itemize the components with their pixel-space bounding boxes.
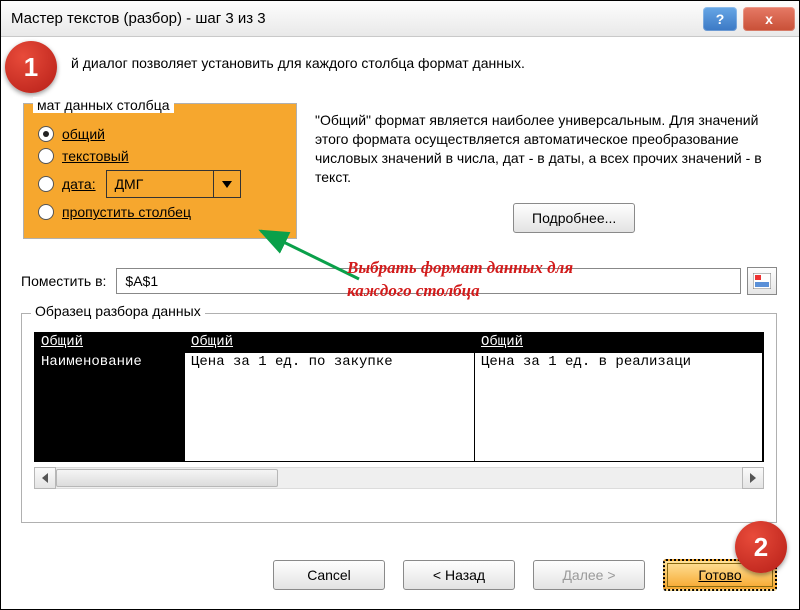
radio-date-label: дата: [62, 176, 96, 192]
radio-icon [38, 126, 54, 142]
window-title: Мастер текстов (разбор) - шаг 3 из 3 [11, 10, 697, 27]
radio-date[interactable]: дата: ДМГ [38, 170, 282, 198]
range-picker-icon [753, 273, 771, 289]
range-picker-button[interactable] [747, 267, 777, 295]
chevron-down-icon [222, 181, 232, 188]
date-format-value: ДМГ [107, 171, 213, 197]
scroll-track[interactable] [56, 467, 742, 489]
radio-general-label: общий [62, 126, 105, 142]
help-button[interactable]: ? [703, 7, 737, 31]
preview-header: Общий [475, 333, 763, 353]
next-button: Далее > [533, 560, 645, 590]
wizard-dialog: Мастер текстов (разбор) - шаг 3 из 3 ? x… [0, 0, 800, 610]
radio-general[interactable]: общий [38, 126, 282, 142]
format-group-legend: мат данных столбца [33, 97, 174, 113]
finish-button-label: Готово [698, 567, 741, 583]
radio-skip-label: пропустить столбец [62, 204, 191, 220]
radio-text-label: текстовый [62, 148, 129, 164]
preview-cell[interactable]: Цена за 1 ед. в реализаци [475, 353, 763, 461]
preview-cell[interactable]: Цена за 1 ед. по закупке [185, 353, 475, 461]
destination-label: Поместить в: [21, 273, 106, 289]
callout-marker-2: 2 [735, 521, 787, 573]
radio-icon [38, 204, 54, 220]
preview-cell[interactable]: Наименование [35, 353, 185, 461]
preview-table: Общий Общий Общий Наименование Цена за 1… [34, 332, 764, 462]
callout-marker-1: 1 [5, 41, 57, 93]
radio-icon [38, 176, 54, 192]
date-format-select[interactable]: ДМГ [106, 170, 241, 198]
preview-group: Общий Общий Общий Наименование Цена за 1… [21, 313, 777, 523]
close-button[interactable]: x [743, 7, 795, 31]
radio-text[interactable]: текстовый [38, 148, 282, 164]
horizontal-scrollbar[interactable] [34, 468, 764, 488]
preview-legend: Образец разбора данных [31, 303, 205, 319]
chevron-left-icon [42, 473, 48, 483]
wizard-buttons: Cancel < Назад Далее > Готово [15, 555, 777, 595]
scroll-left-button[interactable] [34, 467, 56, 489]
dialog-description: й диалог позволяет установить для каждог… [71, 55, 785, 71]
cancel-button[interactable]: Cancel [273, 560, 385, 590]
preview-header: Общий [35, 333, 185, 353]
titlebar: Мастер текстов (разбор) - шаг 3 из 3 ? x [1, 1, 799, 37]
scroll-right-button[interactable] [742, 467, 764, 489]
back-button[interactable]: < Назад [403, 560, 515, 590]
dropdown-button[interactable] [213, 171, 240, 197]
chevron-right-icon [750, 473, 756, 483]
preview-header: Общий [185, 333, 475, 353]
radio-icon [38, 148, 54, 164]
radio-skip[interactable]: пропустить столбец [38, 204, 282, 220]
scroll-thumb[interactable] [56, 469, 278, 487]
format-info-text: "Общий" формат является наиболее универс… [315, 111, 777, 187]
column-format-group: общий текстовый дата: ДМГ пропустить [23, 103, 297, 239]
destination-input[interactable] [116, 268, 741, 294]
details-button[interactable]: Подробнее... [513, 203, 635, 233]
